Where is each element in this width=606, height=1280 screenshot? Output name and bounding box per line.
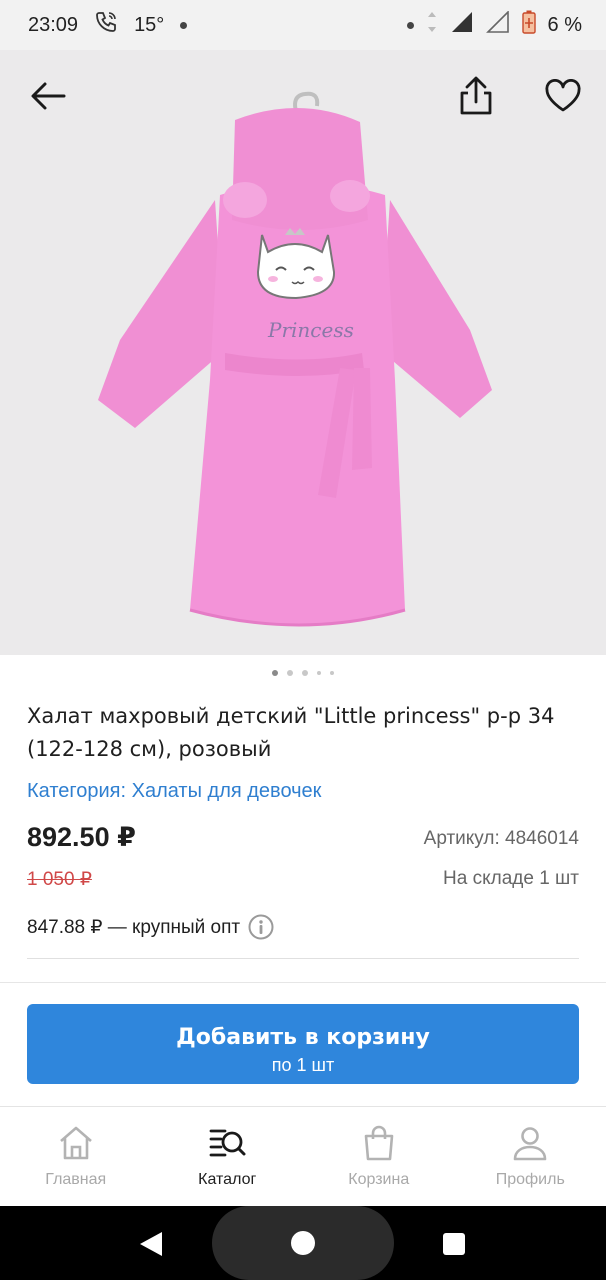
- info-icon[interactable]: [248, 914, 274, 940]
- pager-dot[interactable]: [287, 670, 293, 676]
- bottom-nav: Главная Каталог Корзина Профиль: [0, 1106, 606, 1206]
- system-home-icon[interactable]: [291, 1231, 315, 1255]
- nav-item-profile[interactable]: Профиль: [455, 1107, 606, 1206]
- nav-item-label: Профиль: [495, 1171, 565, 1188]
- gallery-pager: [0, 670, 606, 676]
- product-image: Princess: [98, 91, 492, 627]
- battery-low-icon: [521, 10, 536, 40]
- profile-icon: [513, 1127, 547, 1161]
- signal-empty-icon: [485, 10, 510, 39]
- bag-icon: [364, 1125, 394, 1161]
- back-button[interactable]: [26, 74, 70, 118]
- wholesale-price: 847.88 ₽ — крупный опт: [27, 916, 241, 938]
- product-gallery[interactable]: Princess: [0, 50, 606, 655]
- notification-dot-icon: [180, 21, 188, 29]
- call-icon: [94, 10, 118, 40]
- signal-icon: [450, 11, 474, 39]
- product-title: Халат махровый детский "Little princess"…: [27, 704, 555, 761]
- nav-item-cart[interactable]: Корзина: [303, 1107, 455, 1206]
- share-icon: [460, 76, 492, 115]
- add-to-cart-label: Добавить в корзину: [176, 1025, 430, 1050]
- status-time: 23:09: [28, 13, 79, 36]
- catalog-search-icon: [209, 1129, 246, 1157]
- old-price: 1 050 ₽: [27, 869, 92, 890]
- stock-status: На складе 1 шт: [443, 868, 579, 889]
- nav-item-home[interactable]: Главная: [0, 1107, 152, 1206]
- heart-icon: [545, 79, 581, 112]
- status-temperature: 15°: [134, 13, 165, 36]
- pager-dot[interactable]: [317, 671, 321, 675]
- product-sku: Артикул: 4846014: [423, 828, 579, 849]
- arrow-left-icon: [31, 82, 66, 110]
- wholesale-price-row: 847.88 ₽ — крупный опт: [27, 914, 274, 940]
- robe-print-text: Princess: [267, 318, 354, 342]
- nav-item-catalog[interactable]: Каталог: [152, 1107, 304, 1206]
- status-dot-icon: [406, 21, 414, 29]
- pager-dot[interactable]: [330, 671, 334, 675]
- product-price: 892.50 ₽: [27, 822, 136, 852]
- system-recents-icon[interactable]: [443, 1233, 465, 1255]
- pager-dot[interactable]: [302, 670, 308, 676]
- favorite-button[interactable]: [541, 74, 585, 118]
- pager-dot[interactable]: [272, 670, 278, 676]
- nav-item-label: Главная: [45, 1171, 107, 1188]
- home-icon: [59, 1126, 92, 1160]
- nav-item-label: Каталог: [198, 1171, 257, 1188]
- category-link[interactable]: Категория: Халаты для девочек: [27, 780, 321, 803]
- divider: [27, 958, 579, 959]
- divider: [0, 982, 606, 983]
- system-back-icon[interactable]: [138, 1230, 164, 1258]
- data-arrows-icon: [426, 11, 438, 39]
- status-bar: 23:09 15° 6 %: [0, 0, 606, 50]
- battery-percent: 6 %: [547, 13, 582, 36]
- share-button[interactable]: [454, 74, 498, 118]
- nav-item-label: Корзина: [348, 1171, 410, 1188]
- add-to-cart-button[interactable]: Добавить в корзину по 1 шт: [27, 1004, 579, 1084]
- add-to-cart-sublabel: по 1 шт: [271, 1055, 335, 1075]
- system-nav-bar: [0, 1206, 606, 1280]
